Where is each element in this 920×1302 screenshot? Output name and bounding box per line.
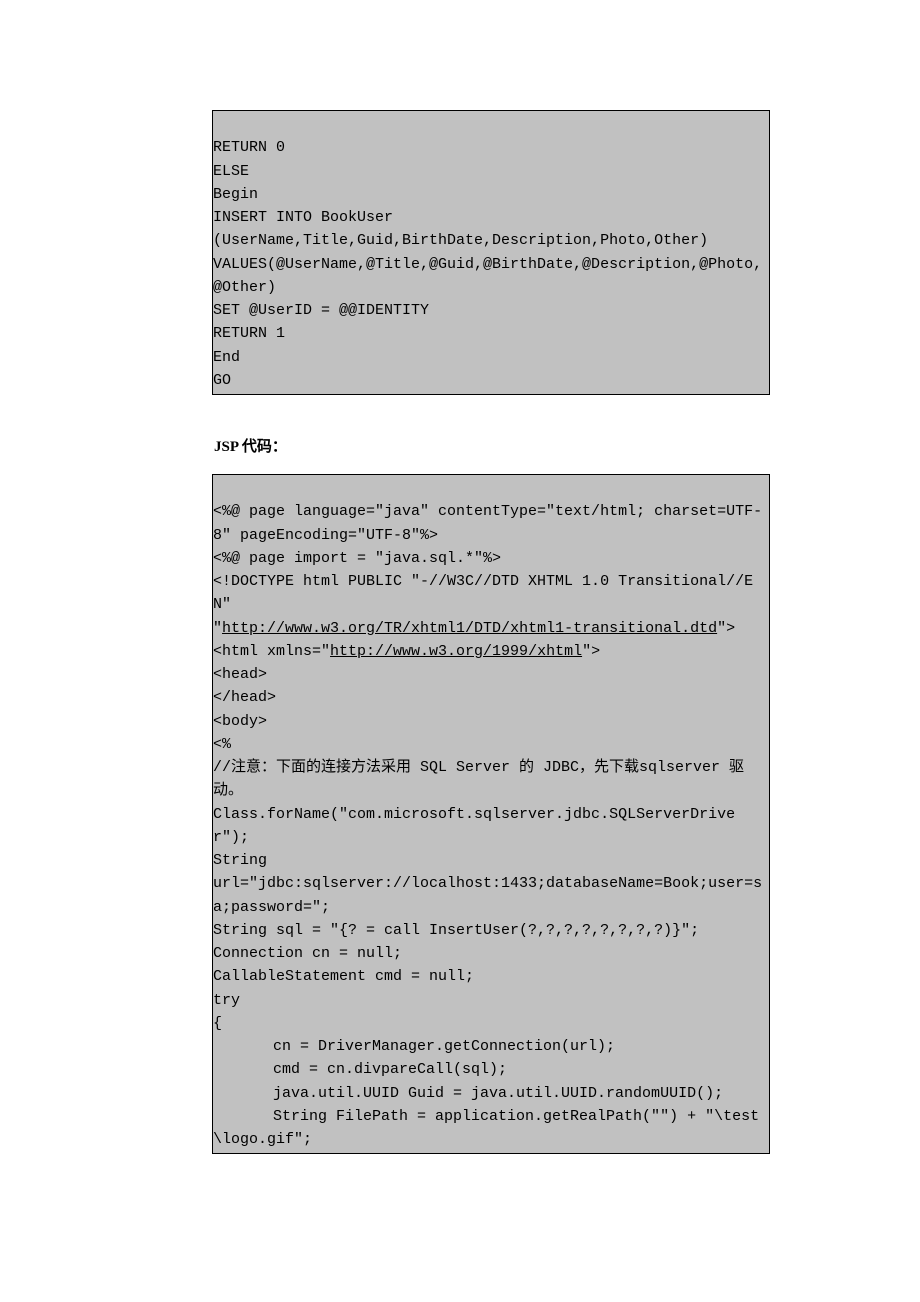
code-line: ELSE [213,163,249,180]
code-line: url="jdbc:sqlserver://localhost:1433;dat… [213,875,762,915]
code-line: <body> [213,713,267,730]
code-line: <head> [213,666,267,683]
code-line: String FilePath = application.getRealPat… [213,1108,759,1148]
page: RETURN 0 ELSE Begin INSERT INTO BookUser… [0,0,920,1302]
code-line: INSERT INTO BookUser [213,209,393,226]
code-line: "http://www.w3.org/TR/xhtml1/DTD/xhtml1-… [213,620,735,637]
code-line: java.util.UUID Guid = java.util.UUID.ran… [213,1085,723,1102]
code-line: VALUES(@UserName,@Title,@Guid,@BirthDate… [213,256,762,296]
code-line: cmd = cn.divpareCall(sql); [213,1061,507,1078]
code-line: Class.forName("com.microsoft.sqlserver.j… [213,806,735,846]
code-line: RETURN 1 [213,325,285,342]
code-line: { [213,1015,222,1032]
code-line: <% [213,736,231,753]
code-line: try [213,992,240,1009]
code-line: <html xmlns="http://www.w3.org/1999/xhtm… [213,643,600,660]
code-line: Begin [213,186,258,203]
code-line: (UserName,Title,Guid,BirthDate,Descripti… [213,232,708,249]
code-line: String [213,852,267,869]
code-line: RETURN 0 [213,139,285,156]
code-line: </head> [213,689,276,706]
code-line: //注意：下面的连接方法采用 SQL Server 的 JDBC，先下载sqls… [213,759,744,799]
code-line: String sql = "{? = call InsertUser(?,?,?… [213,922,699,939]
link-dtd-url: http://www.w3.org/TR/xhtml1/DTD/xhtml1-t… [222,620,717,637]
code-line: <%@ page language="java" contentType="te… [213,503,762,543]
code-line: End [213,349,240,366]
code-line: SET @UserID = @@IDENTITY [213,302,429,319]
code-block-jsp: <%@ page language="java" contentType="te… [212,474,770,1154]
code-line: <%@ page import = "java.sql.*"%> [213,550,501,567]
code-line: <!DOCTYPE html PUBLIC "-//W3C//DTD XHTML… [213,573,753,613]
section-heading: JSP 代码： [214,435,770,456]
code-line: GO [213,372,231,389]
code-line: cn = DriverManager.getConnection(url); [213,1038,615,1055]
code-block-sql: RETURN 0 ELSE Begin INSERT INTO BookUser… [212,110,770,395]
code-line: Connection cn = null; [213,945,402,962]
link-xmlns-url: http://www.w3.org/1999/xhtml [330,643,582,660]
code-line: CallableStatement cmd = null; [213,968,474,985]
